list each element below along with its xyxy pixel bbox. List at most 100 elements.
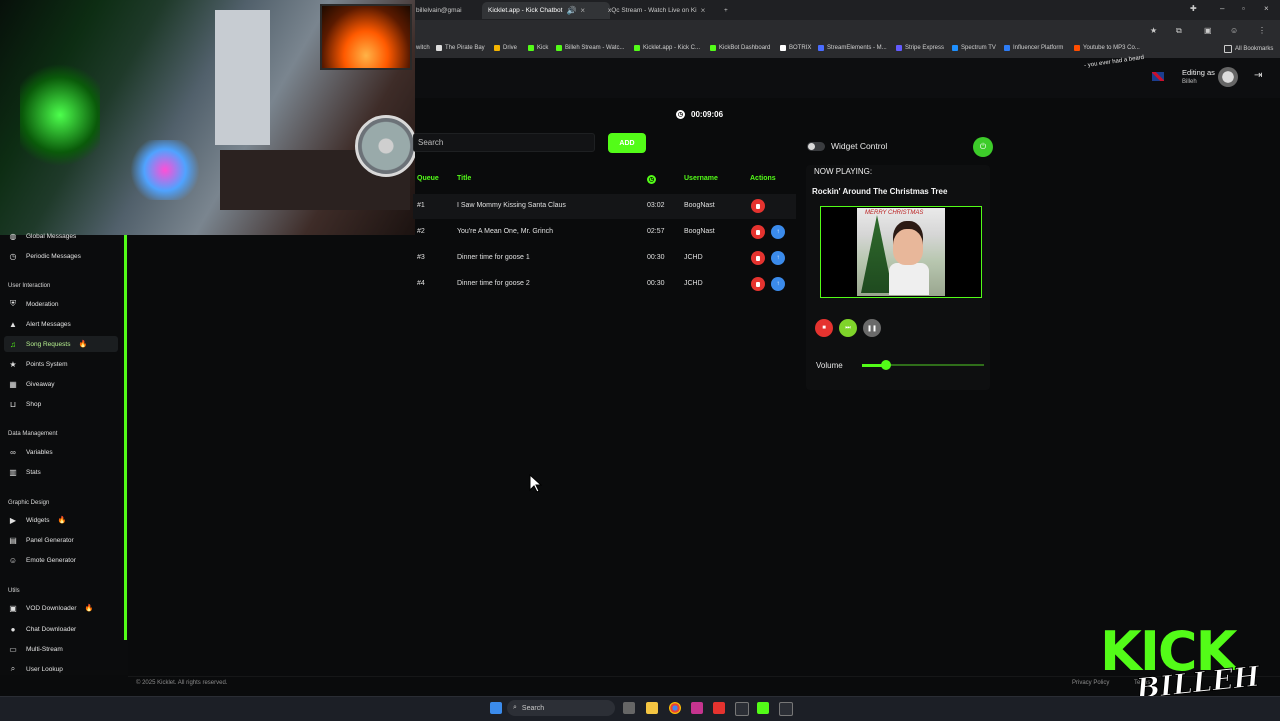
now-playing-label: NOW PLAYING: xyxy=(814,167,873,176)
app-icon[interactable] xyxy=(691,702,703,714)
shield-icon: ⛨ xyxy=(10,299,16,308)
column-duration: ◷ xyxy=(647,175,656,184)
editing-as-label: Editing as xyxy=(1182,68,1215,77)
video-icon: ▶ xyxy=(9,515,17,525)
browser-tab-active[interactable]: Kicklet.app - Kick Chatbot 🔊 × xyxy=(482,2,610,19)
delete-button[interactable] xyxy=(751,251,765,265)
delete-button[interactable] xyxy=(751,277,765,291)
bookmark-item[interactable]: Billeh Stream - Watc... xyxy=(556,45,624,51)
stop-button[interactable]: ■ xyxy=(815,319,833,337)
bookmark-item[interactable]: KickBot Dashboard xyxy=(710,45,770,51)
app-icon[interactable] xyxy=(779,702,793,716)
sidebar-scrollbar[interactable] xyxy=(124,235,127,640)
sidepanel-icon[interactable]: ▣ xyxy=(1204,26,1212,35)
sidebar-item-song-requests[interactable]: ♫ Song Requests 🔥 xyxy=(4,336,118,352)
sidebar-item-vod-downloader[interactable]: ▣ VOD Downloader 🔥 xyxy=(4,600,118,616)
sidebar-item-chat-downloader[interactable]: ● Chat Downloader xyxy=(4,621,118,637)
sidebar-item-user-lookup[interactable]: ⌕ User Lookup xyxy=(4,661,118,677)
app-icon[interactable] xyxy=(735,702,749,716)
table-row: #4 Dinner time for goose 2 00:30 JCHD ↑ xyxy=(413,272,796,297)
logout-icon[interactable]: ⇥ xyxy=(1254,70,1262,81)
bookmark-item[interactable]: BOTRIX xyxy=(780,45,811,51)
mouse-cursor-icon xyxy=(529,474,543,493)
bookmark-item[interactable]: StreamElements - M... xyxy=(818,45,887,51)
widget-control-toggle[interactable] xyxy=(807,142,825,151)
chat-icon: ● xyxy=(10,624,16,634)
search-input[interactable]: Search xyxy=(413,133,595,152)
delete-button[interactable] xyxy=(751,199,765,213)
bookmark-star-icon[interactable]: ★ xyxy=(1150,26,1157,35)
move-up-button[interactable]: ↑ xyxy=(771,251,785,265)
maximize-icon[interactable]: ▫ xyxy=(1242,4,1245,13)
song-title: Rockin' Around The Christmas Tree xyxy=(812,187,948,196)
sidebar-item-emote-generator[interactable]: ☺ Emote Generator xyxy=(4,552,118,568)
sidebar-item-stats[interactable]: ▥ Stats xyxy=(4,464,118,480)
profile-icon[interactable]: ☺ xyxy=(1230,26,1238,35)
monitor-icon: ▭ xyxy=(9,644,17,654)
task-view-icon[interactable] xyxy=(623,702,635,714)
search-icon: ⌕ xyxy=(513,704,517,711)
bookmark-item[interactable]: Stripe Express xyxy=(896,45,944,51)
language-flag-icon[interactable] xyxy=(1152,72,1164,81)
skip-button[interactable]: ⏭ xyxy=(839,319,857,337)
sidebar-item-multi-stream[interactable]: ▭ Multi-Stream xyxy=(4,641,118,657)
sidebar-item-points-system[interactable]: ★ Points System xyxy=(4,356,118,372)
trash-icon xyxy=(756,229,760,235)
search-icon: ⌕ xyxy=(10,664,16,673)
bookmark-item[interactable]: Influencer Platform xyxy=(1004,45,1063,51)
bookmark-item[interactable]: witch xyxy=(416,45,430,51)
all-bookmarks[interactable]: All Bookmarks xyxy=(1224,45,1273,53)
bookmark-item[interactable]: Kick xyxy=(528,45,548,51)
minimize-icon[interactable]: – xyxy=(1220,4,1224,13)
sidebar-item-moderation[interactable]: ⛨ Moderation xyxy=(4,296,118,312)
volume-label: Volume xyxy=(816,361,843,370)
app-icon[interactable] xyxy=(713,702,725,714)
file-explorer-icon[interactable] xyxy=(646,702,658,714)
close-window-icon[interactable]: × xyxy=(1264,4,1269,13)
sidebar-item-alert-messages[interactable]: ▲ Alert Messages xyxy=(4,316,118,332)
windows-start-icon[interactable] xyxy=(490,702,502,714)
sidebar-item-giveaway[interactable]: ▦ Giveaway xyxy=(4,376,118,392)
bookmark-item[interactable]: The Pirate Bay xyxy=(436,45,485,51)
editing-user-name: Billeh xyxy=(1182,79,1197,85)
sidebar-item-variables[interactable]: ∞ Variables xyxy=(4,444,118,460)
browser-tab[interactable]: billelvain@gmai xyxy=(410,2,490,19)
kick-app-icon[interactable] xyxy=(757,702,769,714)
pause-button[interactable]: ❚❚ xyxy=(863,319,881,337)
sidebar-item-panel-generator[interactable]: ▤ Panel Generator xyxy=(4,532,118,548)
close-tab-icon[interactable]: × xyxy=(580,6,585,15)
extension-icon[interactable]: ✚ xyxy=(1190,4,1197,13)
chrome-icon[interactable] xyxy=(669,702,681,714)
bookmark-item[interactable]: Kicklet.app - Kick C... xyxy=(634,45,700,51)
flame-icon: 🔥 xyxy=(84,605,94,612)
sidebar-item-shop[interactable]: ⊔ Shop xyxy=(4,396,118,412)
browser-tab[interactable]: xQc Stream - Watch Live on Ki × xyxy=(602,2,726,19)
extensions-icon[interactable]: ⧉ xyxy=(1176,26,1182,36)
bar-chart-icon: ▥ xyxy=(9,467,17,477)
sidebar-item-global-messages[interactable]: ◍ Global Messages xyxy=(4,228,118,244)
sidebar-item-widgets[interactable]: ▶ Widgets 🔥 xyxy=(4,512,118,528)
delete-button[interactable] xyxy=(751,225,765,239)
power-button[interactable]: ⏻ xyxy=(973,137,993,157)
sidebar-item-periodic-messages[interactable]: ◷ Periodic Messages xyxy=(4,248,118,264)
taskbar-search[interactable]: ⌕ Search xyxy=(507,700,615,716)
gift-icon: ▦ xyxy=(9,379,17,389)
panel-icon: ▤ xyxy=(9,535,17,545)
move-up-button[interactable]: ↑ xyxy=(771,225,785,239)
close-tab-icon[interactable]: × xyxy=(701,6,706,15)
avatar[interactable] xyxy=(1218,67,1238,87)
bookmark-item[interactable]: Youtube to MP3 Co... xyxy=(1074,45,1140,51)
menu-icon[interactable]: ⋮ xyxy=(1258,26,1266,35)
link-icon: ∞ xyxy=(10,447,16,457)
trash-icon xyxy=(756,203,760,209)
section-title: User Interaction xyxy=(8,283,51,289)
move-up-button[interactable]: ↑ xyxy=(771,277,785,291)
column-queue: Queue xyxy=(417,175,439,182)
column-title: Title xyxy=(457,175,472,182)
column-actions: Actions xyxy=(750,175,776,182)
music-icon: ♫ xyxy=(10,339,16,349)
bookmark-item[interactable]: Drive xyxy=(494,45,517,51)
bookmark-item[interactable]: Spectrum TV xyxy=(952,45,996,51)
new-tab-button[interactable]: + xyxy=(718,2,744,19)
add-button[interactable]: ADD xyxy=(608,133,646,153)
